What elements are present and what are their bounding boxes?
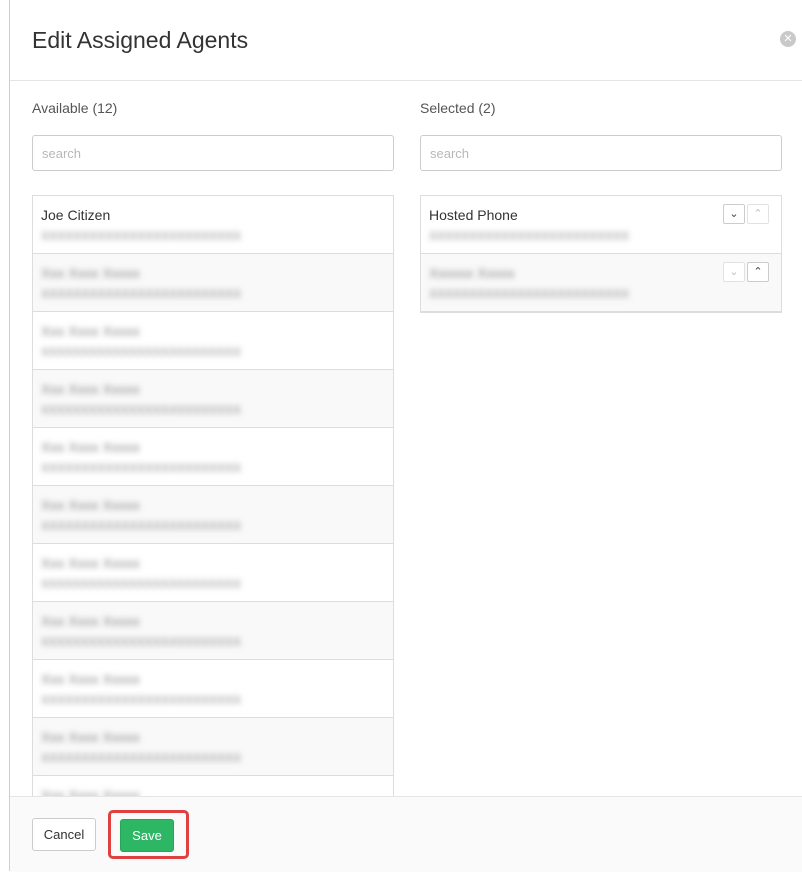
chevron-down-icon[interactable]: ⌄ <box>723 262 745 282</box>
selected-list: Hosted Phone XXXXXXXXXXXXXXXXXXXXXXXXX ⌄ ⌃ X… <box>420 195 782 313</box>
list-item[interactable]: Xxx Xxxx Xxxxx XXXXXXXXXXXXXXXXXXXXXXXXX <box>33 370 393 428</box>
agent-address: XXXXXXXXXXXXXXXXXXXXXXXXX <box>41 751 242 765</box>
agent-name: Xxx Xxxx Xxxxx <box>41 613 140 629</box>
agent-name: Xxx Xxxx Xxxxx <box>41 265 140 281</box>
save-button[interactable]: Save <box>120 819 174 852</box>
agent-name: Joe Citizen <box>41 207 111 223</box>
list-item[interactable]: Xxx Xxxx Xxxxx XXXXXXXXXXXXXXXXXXXXXXXXX <box>33 660 393 718</box>
selected-label: Selected (2) <box>420 100 496 116</box>
reorder-controls: ⌄ ⌃ <box>723 204 769 224</box>
cancel-button[interactable]: Cancel <box>32 818 96 851</box>
reorder-controls: ⌄ ⌃ <box>723 262 769 282</box>
agent-address: XXXXXXXXXXXXXXXXXXXXXXXXX <box>41 287 242 301</box>
list-item[interactable]: Xxx Xxxx Xxxxx XXXXXXXXXXXXXXXXXXXXXXXXX <box>33 254 393 312</box>
agent-address: XXXXXXXXXXXXXXXXXXXXXXXXX <box>429 229 630 243</box>
agent-address: XXXXXXXXXXXXXXXXXXXXXXXXX <box>429 287 630 301</box>
chevron-up-icon[interactable]: ⌃ <box>747 262 769 282</box>
agent-name: Xxx Xxxx Xxxxx <box>41 729 140 745</box>
agent-name: Xxx Xxxx Xxxxx <box>41 671 140 687</box>
agent-address: XXXXXXXXXXXXXXXXXXXXXXXXX <box>41 345 242 359</box>
list-item[interactable]: Hosted Phone XXXXXXXXXXXXXXXXXXXXXXXXX ⌄ ⌃ <box>421 196 781 254</box>
list-item[interactable]: Xxx Xxxx Xxxxx XXXXXXXXXXXXXXXXXXXXXXXXX <box>33 312 393 370</box>
chevron-down-icon[interactable]: ⌄ <box>723 204 745 224</box>
list-item[interactable]: Joe Citizen XXXXXXXXXXXXXXXXXXXXXXXXX <box>33 196 393 254</box>
agent-address: XXXXXXXXXXXXXXXXXXXXXXXXX <box>41 577 242 591</box>
available-label: Available (12) <box>32 100 118 116</box>
chevron-up-icon[interactable]: ⌃ <box>747 204 769 224</box>
agent-address: XXXXXXXXXXXXXXXXXXXXXXXXX <box>41 693 242 707</box>
agent-address: XXXXXXXXXXXXXXXXXXXXXXXXX <box>41 519 242 533</box>
agent-name: Xxx Xxxx Xxxxx <box>41 555 140 571</box>
list-item[interactable]: Xxxxxx Xxxxx XXXXXXXXXXXXXXXXXXXXXXXXX ⌄ ⌃ <box>421 254 781 312</box>
selected-search-input[interactable] <box>420 135 782 171</box>
agent-address: XXXXXXXXXXXXXXXXXXXXXXXXX <box>41 403 242 417</box>
dialog-header: Edit Assigned Agents <box>10 0 802 81</box>
available-list: Joe Citizen XXXXXXXXXXXXXXXXXXXXXXXXX Xxx … <box>32 195 394 796</box>
list-item[interactable]: Xxx Xxxx Xxxxx XXXXXXXXXXXXXXXXXXXXXXXXX <box>33 486 393 544</box>
dialog-footer: Cancel Save <box>10 796 802 872</box>
available-search-input[interactable] <box>32 135 394 171</box>
agent-name: Xxx Xxxx Xxxxx <box>41 787 140 796</box>
agent-address: XXXXXXXXXXXXXXXXXXXXXXXXX <box>41 461 242 475</box>
list-item[interactable]: Xxx Xxxx XxxxxXXXXXXXXXXXXXXXXXXXXXXXXX <box>33 776 393 796</box>
agent-name: Xxx Xxxx Xxxxx <box>41 323 140 339</box>
agent-name: Xxx Xxxx Xxxxx <box>41 497 140 513</box>
dialog-title: Edit Assigned Agents <box>32 27 249 53</box>
save-highlight: Save <box>108 810 189 859</box>
list-item[interactable]: Xxx Xxxx Xxxxx XXXXXXXXXXXXXXXXXXXXXXXXX <box>33 718 393 776</box>
agent-address: XXXXXXXXXXXXXXXXXXXXXXXXX <box>41 229 242 243</box>
agent-address: XXXXXXXXXXXXXXXXXXXXXXXXX <box>41 635 242 649</box>
edit-agents-dialog: Edit Assigned Agents Available (12) Sele… <box>9 0 802 872</box>
list-item[interactable]: Xxx Xxxx Xxxxx XXXXXXXXXXXXXXXXXXXXXXXXX <box>33 602 393 660</box>
list-item[interactable]: Xxx Xxxx Xxxxx XXXXXXXXXXXXXXXXXXXXXXXXX <box>33 544 393 602</box>
agent-name: Xxx Xxxx Xxxxx <box>41 439 140 455</box>
list-item[interactable]: Xxx Xxxx Xxxxx XXXXXXXXXXXXXXXXXXXXXXXXX <box>33 428 393 486</box>
close-icon[interactable]: ✕ <box>780 31 796 47</box>
agent-name: Xxx Xxxx Xxxxx <box>41 381 140 397</box>
